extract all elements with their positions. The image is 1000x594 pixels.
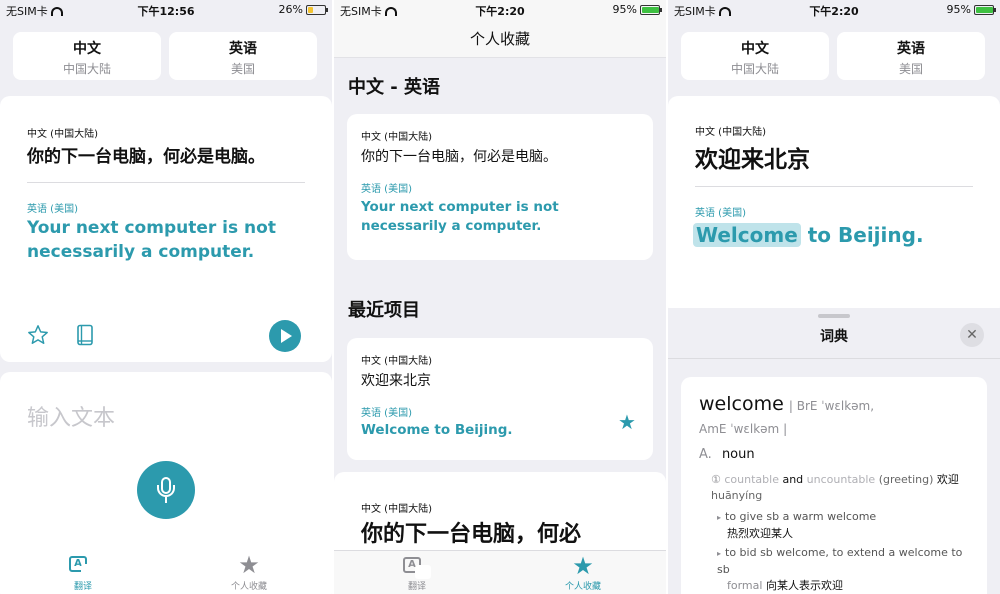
microphone-button[interactable]	[137, 461, 195, 519]
status-bar: 无SIM卡 下午12:56 26%	[0, 0, 332, 20]
target-lang-label: 英语 (美国)	[27, 204, 78, 215]
status-bar: 无SIM卡 下午2:20 95%	[334, 0, 666, 20]
battery-icon	[306, 4, 328, 15]
source-language-button[interactable]: 中文 中国大陆	[681, 32, 829, 80]
and-word: and	[782, 473, 804, 486]
source-text: 你的下一台电脑，何必	[361, 522, 582, 547]
favorites-section-title: 中文 - 英语	[348, 77, 441, 98]
target-language-button[interactable]: 英语 美国	[169, 32, 317, 80]
source-text: 你的下一台电脑，何必是电脑。	[361, 149, 557, 165]
tab-favorites[interactable]: ★ 个人收藏	[166, 550, 332, 594]
battery-percent: 95%	[946, 3, 971, 16]
target-language-region: 美国	[230, 62, 255, 76]
favorite-star-icon[interactable]	[27, 324, 49, 346]
source-lang-label: 中文 (中国大陆)	[361, 356, 432, 367]
dictionary-entry: welcome | BrE ˈwɛlkəm, AmE ˈwɛlkəm | A. …	[681, 377, 987, 594]
tab-bar: A文 翻译 ★ 个人收藏	[0, 550, 332, 594]
tab-translate-label: 翻译	[407, 582, 426, 592]
source-lang-label: 中文 (中国大陆)	[361, 504, 432, 515]
pinyin: huānyíng	[711, 489, 763, 502]
example-1-cn: 热烈欢迎某人	[727, 527, 793, 540]
source-language-name: 中文	[741, 41, 769, 57]
target-lang-label: 英语 (美国)	[361, 408, 412, 419]
gloss-chinese: 欢迎	[936, 473, 959, 486]
translated-text: Welcome to Beijing.	[361, 422, 513, 438]
card-divider	[27, 182, 305, 183]
card-divider	[695, 186, 973, 187]
example-1-en: to give sb a warm welcome	[725, 510, 877, 523]
favorite-card[interactable]: 中文 (中国大陆) 你的下一台电脑，何必是电脑。 英语 (美国) Your ne…	[347, 114, 653, 260]
dictionary-sheet: 词典 ✕ welcome | BrE ˈwɛlkəm, AmE ˈwɛlkəm …	[668, 308, 1000, 594]
translate-icon: A文	[403, 557, 431, 579]
register-label: formal	[727, 579, 763, 592]
battery-percent: 95%	[612, 3, 637, 16]
translate-icon: A文	[69, 556, 97, 578]
target-language-name: 英语	[897, 41, 925, 57]
translated-text: Your next computer is not necessarily a …	[361, 199, 559, 234]
target-language-name: 英语	[229, 41, 257, 57]
tab-translate[interactable]: A文 翻译	[334, 551, 500, 594]
source-language-button[interactable]: 中文 中国大陆	[13, 32, 161, 80]
battery-icon	[974, 4, 996, 15]
example-1: ▸ to give sb a warm welcome 热烈欢迎某人	[717, 510, 877, 540]
source-lang-label: 中文 (中国大陆)	[361, 132, 432, 143]
highlighted-word[interactable]: Welcome	[693, 223, 801, 247]
status-bar: 无SIM卡 下午2:20 95%	[668, 0, 1000, 20]
source-language-region: 中国大陆	[730, 62, 779, 76]
sense-number: ①	[711, 473, 721, 486]
example-2-cn: 向某人表示欢迎	[765, 579, 843, 592]
sheet-grabber[interactable]	[818, 314, 850, 318]
star-icon: ★	[238, 551, 260, 579]
star-icon: ★	[572, 552, 594, 580]
translate-screen: 无SIM卡 下午12:56 26% 中文 中国大陆 英语 美国 中文 (中国大陆…	[0, 0, 332, 594]
play-audio-button[interactable]	[269, 320, 301, 352]
source-lang-label: 中文 (中国大陆)	[27, 129, 98, 140]
source-text: 你的下一台电脑，何必是电脑。	[27, 147, 265, 167]
dictionary-title: 词典	[820, 329, 848, 345]
battery-icon	[640, 4, 662, 15]
pronunciation-ame: AmE ˈwɛlkəm |	[699, 422, 788, 436]
source-text: 欢迎来北京	[361, 373, 431, 389]
domain-label: (greeting)	[878, 473, 934, 486]
target-language-button[interactable]: 英语 美国	[837, 32, 985, 80]
sense-1: ① countable and uncountable (greeting) 欢…	[711, 472, 973, 504]
text-input-placeholder[interactable]: 输入文本	[27, 400, 115, 432]
pos-marker: A.	[699, 447, 712, 462]
grammar-label: countable	[724, 473, 779, 486]
battery-percent: 26%	[278, 3, 303, 16]
dictionary-book-icon[interactable]	[75, 324, 95, 346]
example-2: ▸ to bid sb welcome, to extend a welcome …	[717, 546, 963, 592]
tab-translate[interactable]: A文 翻译	[0, 550, 166, 594]
translation-card: 中文 (中国大陆) 你的下一台电脑，何必是电脑。 英语 (美国) Your ne…	[0, 96, 332, 362]
favorited-star-icon[interactable]: ★	[618, 410, 636, 434]
translated-text: Your next computer is not necessarily a …	[27, 218, 276, 262]
translated-text: Welcome to Beijing.	[693, 218, 924, 252]
recent-section-title: 最近项目	[348, 300, 420, 321]
source-text: 欢迎来北京	[695, 147, 810, 173]
pronunciation-bre: | BrE ˈwɛlkəm,	[788, 399, 875, 413]
favorites-screen: 无SIM卡 下午2:20 95% 个人收藏 中文 - 英语 中文 (中国大陆) …	[334, 0, 666, 594]
nav-title: 个人收藏	[469, 30, 530, 48]
target-lang-label: 英语 (美国)	[361, 184, 412, 195]
tab-favorites-label: 个人收藏	[564, 582, 601, 592]
translation-card: 中文 (中国大陆) 欢迎来北京 英语 (美国) Welcome to Beiji…	[668, 96, 1000, 316]
part-of-speech: noun	[721, 447, 755, 462]
tab-favorites[interactable]: ★ 个人收藏	[500, 551, 666, 594]
example-2-en: to bid sb welcome, to extend a welcome t…	[717, 546, 963, 576]
dictionary-screen: 无SIM卡 下午2:20 95% 中文 中国大陆 英语 美国 中文 (中国大陆)…	[668, 0, 1000, 594]
grammar-label-2: uncountable	[806, 473, 876, 486]
headword: welcome	[699, 393, 784, 415]
source-language-name: 中文	[73, 41, 101, 57]
source-language-region: 中国大陆	[62, 62, 111, 76]
close-icon[interactable]: ✕	[960, 323, 984, 347]
translated-text-rest: to Beijing.	[800, 223, 924, 247]
tab-favorites-label: 个人收藏	[230, 582, 267, 592]
source-lang-label: 中文 (中国大陆)	[695, 127, 766, 138]
tab-translate-label: 翻译	[73, 582, 92, 592]
recent-item-card[interactable]: 中文 (中国大陆) 欢迎来北京 英语 (美国) Welcome to Beiji…	[347, 338, 653, 460]
target-language-region: 美国	[898, 62, 923, 76]
target-lang-label: 英语 (美国)	[695, 208, 746, 219]
tab-bar: A文 翻译 ★ 个人收藏	[334, 550, 666, 594]
